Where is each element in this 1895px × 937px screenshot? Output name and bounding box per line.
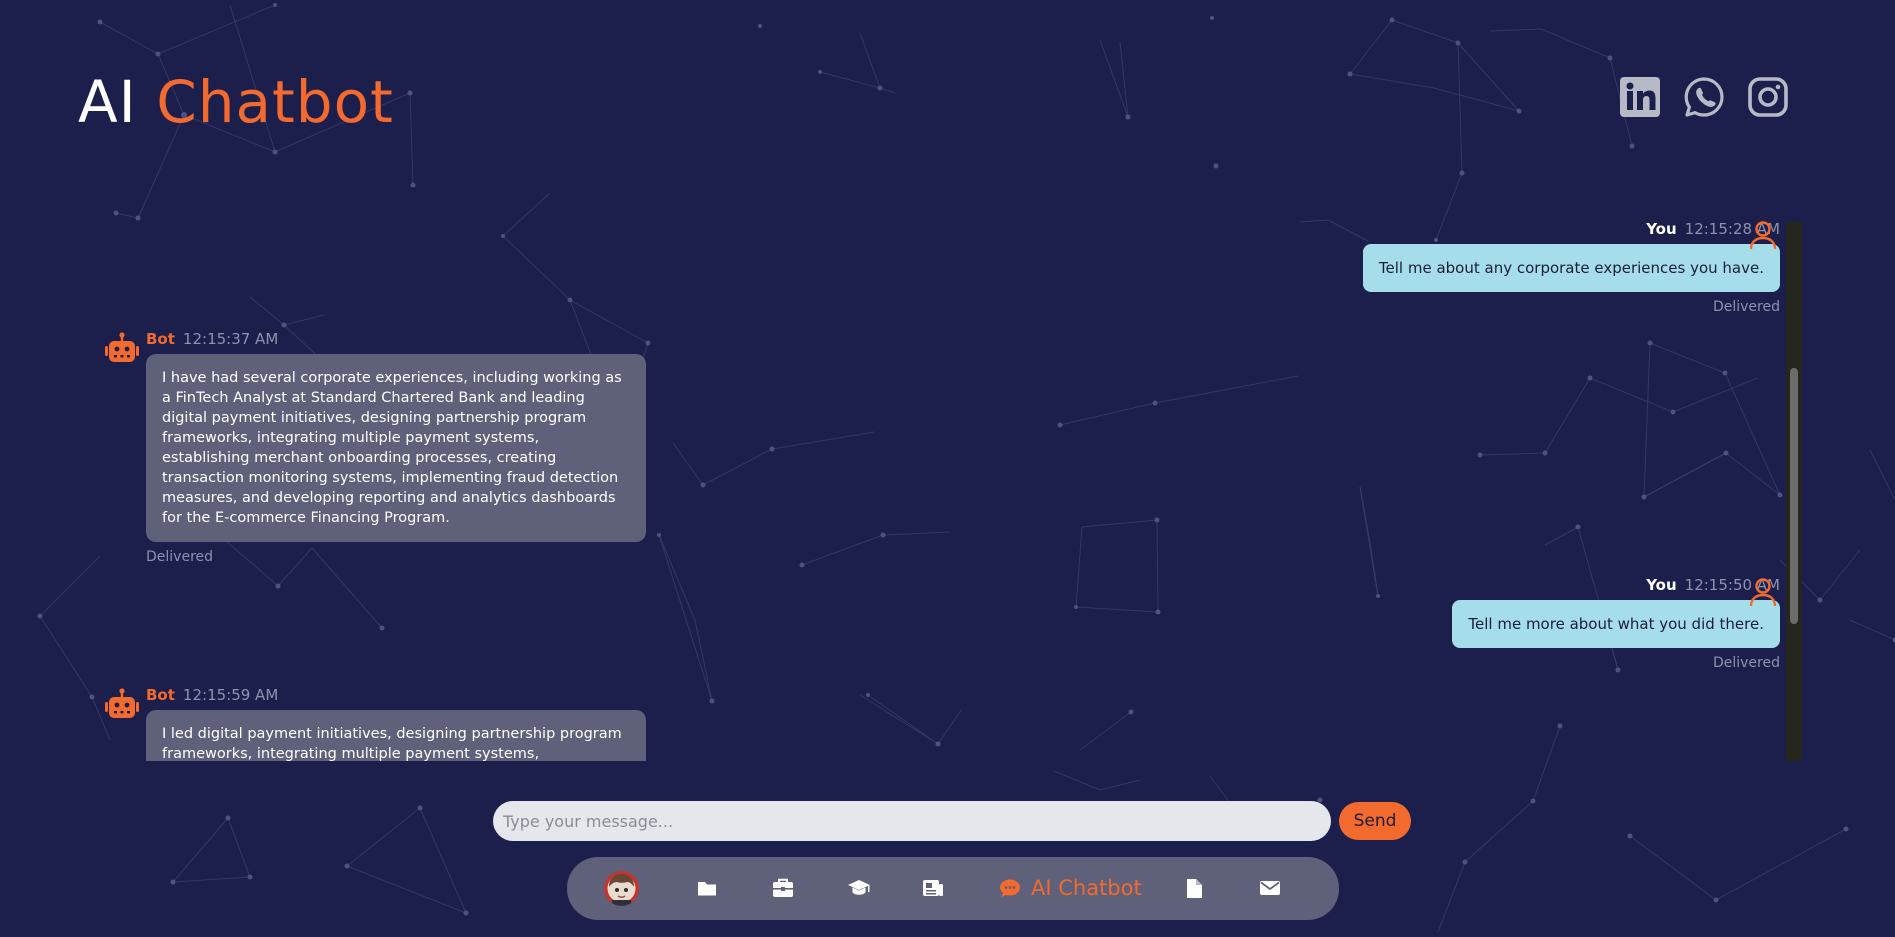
nav-blog[interactable] — [922, 873, 944, 903]
envelope-icon — [1260, 881, 1280, 895]
message-status: Delivered — [1712, 299, 1780, 315]
message-status: Delivered — [1712, 655, 1780, 671]
bot-icon — [105, 688, 139, 718]
nav-projects[interactable] — [697, 873, 717, 903]
folder-icon — [698, 882, 716, 896]
message-bubble: I led digital payment initiatives, desig… — [146, 710, 646, 761]
message-sender: Bot — [146, 330, 175, 348]
message-bot: Bot 12:15:37 AM I have had several corpo… — [146, 330, 646, 565]
user-icon — [1749, 578, 1777, 607]
file-icon — [1187, 878, 1202, 898]
message-sender: Bot — [146, 686, 175, 704]
chat-panel[interactable]: You 12:15:28 AM Tell me about any corpor… — [98, 220, 1801, 761]
social-links — [1619, 76, 1789, 118]
message-bubble: I have had several corporate experiences… — [146, 354, 646, 542]
graduation-cap-icon — [848, 880, 870, 895]
page-title-main: AI — [78, 68, 137, 136]
message-bubble: Tell me more about what you did there. — [1452, 600, 1780, 648]
message-bubble: Tell me about any corporate experiences … — [1362, 244, 1780, 292]
chat-icon — [1000, 879, 1020, 897]
avatar[interactable] — [604, 871, 639, 906]
linkedin-icon[interactable] — [1619, 76, 1661, 118]
message-user: You 12:15:50 AM Tell me more about what … — [1452, 576, 1780, 671]
message-sender: You — [1646, 220, 1677, 238]
message-composer: Send — [493, 801, 1411, 841]
nav-contact[interactable] — [1259, 873, 1281, 903]
nav-education[interactable] — [847, 873, 871, 903]
whatsapp-icon[interactable] — [1683, 76, 1725, 118]
briefcase-icon — [773, 878, 793, 897]
message-bot: Bot 12:15:59 AM I led digital payment in… — [146, 686, 646, 761]
bottom-nav: AI Chatbot — [567, 857, 1339, 920]
message-header: Bot 12:15:59 AM — [146, 686, 646, 704]
chat-scrollbar[interactable] — [1786, 222, 1802, 761]
bot-icon — [105, 332, 139, 362]
message-header: Bot 12:15:37 AM — [146, 330, 646, 348]
message-time: 12:15:37 AM — [182, 330, 279, 348]
nav-resume[interactable] — [1185, 873, 1203, 903]
avatar-photo — [604, 871, 639, 906]
message-input[interactable] — [493, 801, 1331, 841]
message-time: 12:15:59 AM — [182, 686, 279, 704]
nav-ai-chatbot-label: AI Chatbot — [1031, 876, 1142, 900]
message-header: You 12:15:28 AM — [1363, 220, 1780, 238]
newspaper-icon — [923, 880, 943, 896]
chat-scrollbar-thumb[interactable] — [1790, 368, 1798, 624]
page-title: AI Chatbot — [78, 68, 394, 136]
instagram-icon[interactable] — [1747, 76, 1789, 118]
message-user: You 12:15:28 AM Tell me about any corpor… — [1362, 220, 1780, 315]
nav-experience[interactable] — [772, 873, 794, 903]
message-header: You 12:15:50 AM — [1452, 576, 1780, 594]
message-status: Delivered — [146, 549, 214, 565]
page: AI Chatbot You 12:15:28 AM Tell me about… — [0, 0, 1895, 937]
message-sender: You — [1646, 576, 1677, 594]
user-icon — [1749, 221, 1777, 250]
page-title-accent: Chatbot — [156, 68, 394, 136]
send-button[interactable]: Send — [1339, 802, 1411, 840]
nav-ai-chatbot[interactable]: AI Chatbot — [999, 873, 1142, 903]
